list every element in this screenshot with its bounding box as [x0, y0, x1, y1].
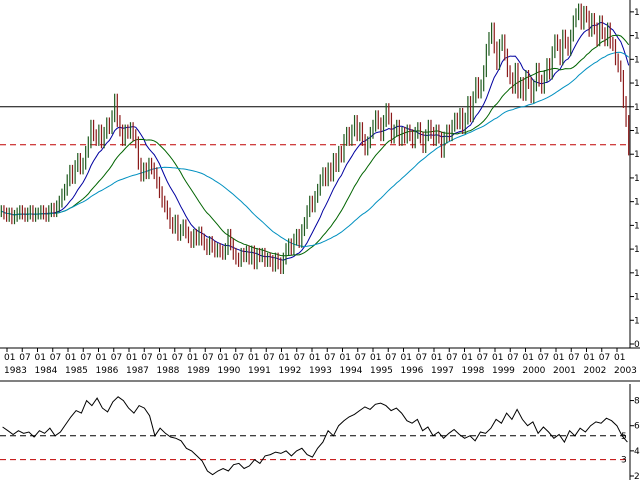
date-axis-month-label: 01	[187, 353, 198, 363]
date-axis-month-label: 07	[507, 353, 518, 363]
date-axis-month-label: 01	[370, 353, 381, 363]
date-axis-month-label: 07	[355, 353, 366, 363]
date-axis-year-label: 1995	[370, 366, 393, 376]
date-axis-month-label: 01	[279, 353, 290, 363]
date-axis-month-label: 01	[462, 353, 473, 363]
chart-canvas: 01 1 1 1 1 1 1 1 1 1 1 1 1 1 01 07 01 07 01 07 01 07 01 07 01 07…	[0, 0, 640, 482]
date-axis-month-label: 01	[492, 353, 503, 363]
date-axis-month-label: 07	[385, 353, 396, 363]
oscillator-reference-label: 5	[621, 432, 627, 442]
date-axis-month-label: 01	[401, 353, 412, 363]
date-axis-month-label: 07	[599, 353, 610, 363]
moving-average-12-line	[1, 21, 630, 261]
date-axis-month-label: 07	[172, 353, 183, 363]
date-axis-year-label: 1989	[187, 366, 210, 376]
date-axis-year-label: 2001	[553, 366, 576, 376]
date-axis-month-label: 01	[614, 353, 625, 363]
oscillator-axis-tick-label: 2	[634, 472, 640, 480]
date-axis-year-label: 1988	[157, 366, 180, 376]
price-axis-tick-label: 1	[634, 316, 640, 326]
date-axis-year-label: 1999	[492, 366, 515, 376]
date-axis-month-label: 07	[538, 353, 549, 363]
date-axis-year-label: 2003	[614, 366, 637, 376]
date-axis-year-label: 1993	[309, 366, 332, 376]
date-axis-month-label: 01	[65, 353, 76, 363]
date-axis-year-label: 1994	[340, 366, 363, 376]
date-axis-month-label: 07	[233, 353, 244, 363]
chart-window: 01 1 1 1 1 1 1 1 1 1 1 1 1 1 01 07 01 07 01 07 01 07 01 07 01 07…	[0, 0, 640, 482]
price-axis-tick-label: 1	[634, 269, 640, 279]
date-axis-month-label: 01	[35, 353, 46, 363]
date-axis-month-label: 07	[202, 353, 213, 363]
date-axis-month-label: 07	[568, 353, 579, 363]
date-axis: 01 07 01 07 01 07 01 07 01 07 01 07 01 07 01 07 01 07 01 07…	[0, 347, 640, 382]
oscillator-axis-tick-label: 4	[634, 447, 640, 457]
date-axis-year-label: 2002	[584, 366, 607, 376]
date-axis-month-label: 01	[4, 353, 15, 363]
oscillator-panel	[0, 396, 630, 476]
date-axis-month-label: 07	[324, 353, 335, 363]
oscillator-reference-label: 3	[621, 456, 627, 466]
date-axis-month-label: 01	[309, 353, 320, 363]
date-axis-month-label: 07	[477, 353, 488, 363]
date-axis-month-label: 07	[50, 353, 61, 363]
date-axis-month-label: 01	[157, 353, 168, 363]
price-axis-tick-label: 1	[634, 79, 640, 89]
date-axis-year-label: 1986	[96, 366, 119, 376]
date-axis-month-label: 01	[553, 353, 564, 363]
date-axis-month-label: 07	[263, 353, 274, 363]
price-axis-tick-label: 1	[634, 198, 640, 208]
date-axis-year-label: 1990	[218, 366, 241, 376]
date-axis-month-label: 01	[248, 353, 259, 363]
price-panel	[0, 3, 630, 275]
date-axis-year-label: 1996	[401, 366, 424, 376]
date-axis-month-label: 01	[584, 353, 595, 363]
price-axis-tick-label: 1	[634, 32, 640, 42]
moving-average-26-line	[1, 34, 630, 257]
date-axis-month-label: 07	[80, 353, 91, 363]
date-axis-month-label: 07	[141, 353, 152, 363]
price-right-axis: 011111111111111	[629, 0, 640, 350]
price-axis-tick-label: 1	[634, 245, 640, 255]
date-axis-month-label: 01	[126, 353, 137, 363]
price-axis-tick-label: 1	[634, 126, 640, 136]
date-axis-year-label: 1997	[431, 366, 454, 376]
date-axis-month-label: 01	[523, 353, 534, 363]
date-axis-year-label: 1991	[248, 366, 271, 376]
date-axis-year-label: 1985	[65, 366, 88, 376]
date-axis-year-label: 1984	[35, 366, 58, 376]
oscillator-right-axis: 2 4 6 8 5 3	[621, 384, 640, 482]
date-axis-month-label: 07	[111, 353, 122, 363]
date-axis-year-label: 1992	[279, 366, 302, 376]
date-axis-month-label: 01	[96, 353, 107, 363]
date-axis-month-label: 07	[294, 353, 305, 363]
price-axis-tick-label: 1	[634, 174, 640, 184]
date-axis-year-label: 2000	[523, 366, 546, 376]
price-axis-tick-label: 1	[634, 103, 640, 113]
date-axis-month-label: 07	[19, 353, 30, 363]
oscillator-axis-tick-label: 8	[634, 397, 640, 407]
price-axis-tick-label: 1	[634, 8, 640, 18]
price-axis-tick-label: 1	[634, 55, 640, 65]
date-axis-year-label: 1987	[126, 366, 149, 376]
date-axis-month-label: 01	[218, 353, 229, 363]
date-axis-month-label: 07	[416, 353, 427, 363]
date-axis-month-label: 07	[446, 353, 457, 363]
price-axis-tick-label: 1	[634, 293, 640, 303]
date-axis-month-label: 01	[340, 353, 351, 363]
price-axis-tick-label: 1	[634, 150, 640, 160]
date-axis-month-label: 01	[431, 353, 442, 363]
date-axis-year-label: 1983	[4, 366, 27, 376]
price-axis-tick-label: 1	[634, 221, 640, 231]
date-axis-year-label: 1998	[462, 366, 485, 376]
oscillator-axis-tick-label: 6	[634, 422, 640, 432]
